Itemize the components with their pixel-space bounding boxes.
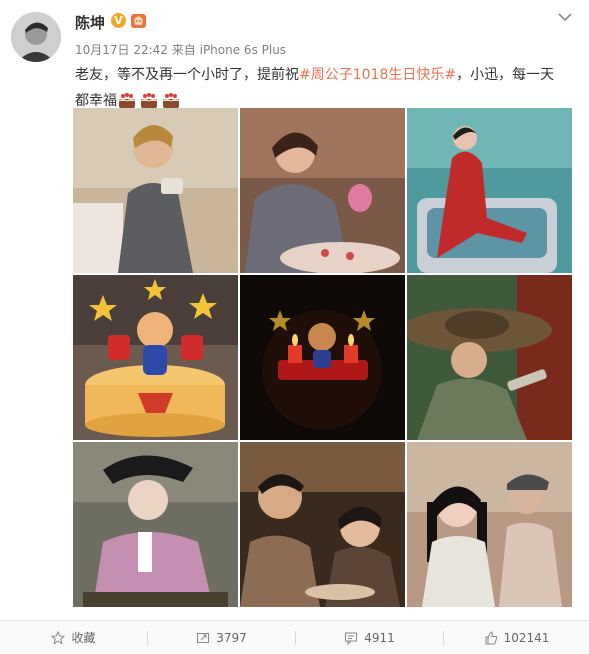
cake-emoji-icon bbox=[140, 93, 158, 108]
photo-4[interactable] bbox=[73, 275, 238, 440]
post-time[interactable]: 10月17日 22:42 bbox=[75, 43, 168, 57]
post-text-before: 老友，等不及再一个小时了，提前祝 bbox=[75, 67, 299, 83]
comment-count: 4911 bbox=[364, 630, 395, 645]
cake-emoji-icon bbox=[162, 93, 180, 108]
hashtag-link[interactable]: #周公子1018生日快乐# bbox=[299, 67, 456, 83]
comment-button[interactable]: 4911 bbox=[296, 621, 443, 654]
repost-icon bbox=[197, 632, 210, 643]
star-icon bbox=[51, 630, 66, 645]
post-meta: 10月17日 22:42 来自 iPhone 6s Plus bbox=[75, 41, 286, 58]
avatar[interactable] bbox=[11, 12, 61, 62]
chevron-down-icon[interactable] bbox=[556, 10, 574, 24]
post-text: 老友，等不及再一个小时了，提前祝#周公子1018生日快乐#，小迅，每一天都幸福 bbox=[75, 62, 565, 114]
photo-7[interactable] bbox=[73, 442, 238, 607]
post-from-label: 来自 bbox=[171, 43, 196, 57]
weibo-post-card: 陈坤 V 10月17日 22:42 来自 iPhone 6s Plus 老友，等… bbox=[0, 0, 589, 654]
repost-button[interactable]: 3797 bbox=[148, 621, 295, 654]
like-button[interactable]: 102141 bbox=[444, 621, 589, 654]
photo-3[interactable] bbox=[407, 108, 572, 273]
photo-5[interactable] bbox=[240, 275, 405, 440]
comment-icon bbox=[345, 632, 358, 645]
photo-grid bbox=[73, 108, 573, 608]
photo-2[interactable] bbox=[240, 108, 405, 273]
favorite-label: 收藏 bbox=[71, 631, 96, 645]
vip-level-icon bbox=[131, 14, 146, 28]
favorite-button[interactable]: 收藏 bbox=[0, 621, 147, 654]
photo-8[interactable] bbox=[240, 442, 405, 607]
photo-9[interactable] bbox=[407, 442, 572, 607]
photo-6[interactable] bbox=[407, 275, 572, 440]
thumbs-up-icon bbox=[485, 630, 497, 644]
like-count: 102141 bbox=[503, 630, 550, 645]
cake-emoji-icon bbox=[118, 93, 136, 108]
post-device[interactable]: iPhone 6s Plus bbox=[200, 43, 286, 57]
action-bar: 收藏 3797 4911 102141 bbox=[0, 620, 589, 654]
repost-count: 3797 bbox=[216, 630, 247, 645]
photo-1[interactable] bbox=[73, 108, 238, 273]
verified-badge-icon: V bbox=[111, 13, 126, 28]
author-name[interactable]: 陈坤 bbox=[75, 12, 105, 33]
